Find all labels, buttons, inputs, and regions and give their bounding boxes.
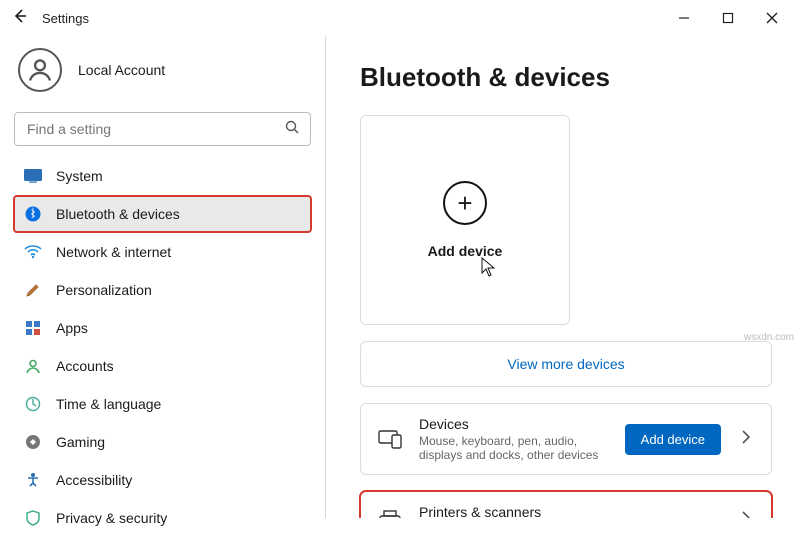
search-input[interactable] — [25, 120, 284, 138]
chevron-right-icon[interactable] — [737, 430, 755, 449]
main-content: Bluetooth & devices + Add device View mo… — [326, 36, 800, 518]
sidebar-item-label: Bluetooth & devices — [56, 206, 180, 222]
wifi-icon — [24, 243, 42, 261]
sidebar-item-label: Time & language — [56, 396, 161, 412]
search-field[interactable] — [14, 112, 311, 146]
sidebar-item-label: Privacy & security — [56, 510, 167, 526]
sidebar: Local Account System Bluetooth & devices… — [0, 36, 326, 518]
brush-icon — [24, 281, 42, 299]
minimize-icon — [678, 12, 690, 24]
maximize-button[interactable] — [706, 3, 750, 33]
system-icon — [24, 167, 42, 185]
devices-icon — [377, 426, 403, 452]
sidebar-item-privacy-security[interactable]: Privacy & security — [14, 500, 311, 536]
avatar-icon — [18, 48, 62, 92]
devices-row[interactable]: Devices Mouse, keyboard, pen, audio, dis… — [360, 403, 772, 475]
cursor-icon — [481, 257, 497, 282]
page-title: Bluetooth & devices — [360, 62, 772, 93]
nav-list: System Bluetooth & devices Network & int… — [10, 158, 315, 536]
account-name: Local Account — [78, 62, 165, 78]
sidebar-item-gaming[interactable]: Gaming — [14, 424, 311, 460]
gaming-icon — [24, 433, 42, 451]
sidebar-item-system[interactable]: System — [14, 158, 311, 194]
back-arrow-icon — [12, 8, 28, 24]
sidebar-item-label: Accessibility — [56, 472, 132, 488]
sidebar-item-label: Network & internet — [56, 244, 171, 260]
printers-row-title: Printers & scanners — [419, 504, 721, 518]
back-button[interactable] — [6, 8, 34, 29]
devices-row-subtitle: Mouse, keyboard, pen, audio, displays an… — [419, 434, 609, 462]
maximize-icon — [722, 12, 734, 24]
sidebar-item-label: Personalization — [56, 282, 152, 298]
sidebar-item-label: Apps — [56, 320, 88, 336]
sidebar-item-personalization[interactable]: Personalization — [14, 272, 311, 308]
watermark: wsxdn.com — [744, 332, 794, 343]
sidebar-item-label: Accounts — [56, 358, 114, 374]
view-more-devices-button[interactable]: View more devices — [360, 341, 772, 387]
sidebar-item-network[interactable]: Network & internet — [14, 234, 311, 270]
apps-icon — [24, 319, 42, 337]
close-icon — [766, 12, 778, 24]
printer-icon — [377, 507, 403, 518]
sidebar-item-label: Gaming — [56, 434, 105, 450]
plus-icon: + — [443, 181, 487, 225]
sidebar-item-accessibility[interactable]: Accessibility — [14, 462, 311, 498]
titlebar: Settings — [0, 0, 800, 36]
printers-scanners-row[interactable]: Printers & scanners Preferences, trouble… — [360, 491, 772, 518]
sidebar-item-time-language[interactable]: Time & language — [14, 386, 311, 422]
chevron-right-icon[interactable] — [737, 511, 755, 519]
bluetooth-icon — [24, 205, 42, 223]
add-device-button[interactable]: Add device — [625, 424, 721, 455]
accounts-icon — [24, 357, 42, 375]
sidebar-item-apps[interactable]: Apps — [14, 310, 311, 346]
sidebar-item-accounts[interactable]: Accounts — [14, 348, 311, 384]
shield-icon — [24, 509, 42, 527]
view-more-label: View more devices — [507, 356, 624, 372]
close-button[interactable] — [750, 3, 794, 33]
clock-globe-icon — [24, 395, 42, 413]
window-title: Settings — [42, 11, 89, 26]
add-device-card[interactable]: + Add device — [360, 115, 570, 325]
sidebar-item-bluetooth-devices[interactable]: Bluetooth & devices — [14, 196, 311, 232]
minimize-button[interactable] — [662, 3, 706, 33]
devices-row-title: Devices — [419, 416, 609, 432]
profile-block[interactable]: Local Account — [10, 40, 315, 106]
accessibility-icon — [24, 471, 42, 489]
sidebar-item-label: System — [56, 168, 103, 184]
search-icon — [284, 119, 300, 140]
